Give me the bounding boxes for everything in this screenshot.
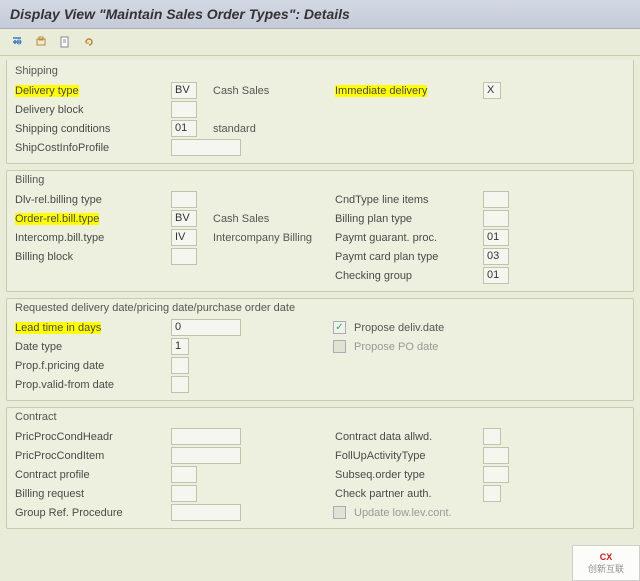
- label-intercomp-bill: Intercomp.bill.type: [13, 232, 171, 244]
- input-subseq[interactable]: [483, 466, 509, 483]
- label-billing-request: Billing request: [13, 488, 171, 500]
- input-shipcostinfoprofile[interactable]: [171, 139, 241, 156]
- input-delivery-block[interactable]: [171, 101, 197, 118]
- toggle-icon[interactable]: [8, 33, 26, 51]
- label-contract-profile: Contract profile: [13, 469, 171, 481]
- input-follup[interactable]: [483, 447, 509, 464]
- content-area: Shipping Delivery type BV Cash Sales Imm…: [0, 56, 640, 529]
- desc-shipping-conditions: standard: [197, 123, 256, 135]
- group-header-contract: Contract: [13, 408, 627, 427]
- document-icon[interactable]: [56, 33, 74, 51]
- desc-intercomp-bill: Intercompany Billing: [197, 232, 312, 244]
- label-check-partner: Check partner auth.: [333, 488, 483, 500]
- label-contract-data: Contract data allwd.: [333, 431, 483, 443]
- label-pricproc-item: PricProcCondItem: [13, 450, 171, 462]
- toolbar: [0, 29, 640, 56]
- input-contract-profile[interactable]: [171, 466, 197, 483]
- desc-delivery-type: Cash Sales: [197, 85, 269, 97]
- group-requested: Requested delivery date/pricing date/pur…: [6, 298, 634, 401]
- group-billing: Billing Dlv-rel.billing type CndType lin…: [6, 170, 634, 292]
- label-propose-po: Propose PO date: [346, 341, 438, 353]
- input-paymt-guarant[interactable]: 01: [483, 229, 509, 246]
- watermark: CX 创新互联: [572, 545, 640, 581]
- input-pricproc-item[interactable]: [171, 447, 241, 464]
- label-follup: FollUpActivityType: [333, 450, 483, 462]
- input-prop-pricing[interactable]: [171, 357, 189, 374]
- label-checking-group: Checking group: [333, 270, 483, 282]
- input-order-rel-bill[interactable]: BV: [171, 210, 197, 227]
- desc-order-rel-bill: Cash Sales: [197, 213, 269, 225]
- label-shipcostinfoprofile: ShipCostInfoProfile: [13, 142, 171, 154]
- input-billing-request[interactable]: [171, 485, 197, 502]
- label-subseq: Subseq.order type: [333, 469, 483, 481]
- input-intercomp-bill[interactable]: IV: [171, 229, 197, 246]
- input-delivery-type[interactable]: BV: [171, 82, 197, 99]
- label-immediate-delivery: Immediate delivery: [333, 85, 483, 97]
- group-shipping: Shipping Delivery type BV Cash Sales Imm…: [6, 60, 634, 164]
- input-date-type[interactable]: 1: [171, 338, 189, 355]
- input-check-partner[interactable]: [483, 485, 501, 502]
- input-paymt-card[interactable]: 03: [483, 248, 509, 265]
- input-cndtype[interactable]: [483, 191, 509, 208]
- checkbox-propose-po[interactable]: [333, 340, 346, 353]
- label-delivery-type: Delivery type: [13, 85, 171, 97]
- label-date-type: Date type: [13, 341, 171, 353]
- group-header-requested: Requested delivery date/pricing date/pur…: [13, 299, 627, 318]
- input-lead-time[interactable]: 0: [171, 319, 241, 336]
- group-contract: Contract PricProcCondHeadr Contract data…: [6, 407, 634, 529]
- label-delivery-block: Delivery block: [13, 104, 171, 116]
- label-pricproc-headr: PricProcCondHeadr: [13, 431, 171, 443]
- page-title: Display View "Maintain Sales Order Types…: [0, 0, 640, 29]
- label-propose-deliv: Propose deliv.date: [346, 322, 444, 334]
- input-billing-plan[interactable]: [483, 210, 509, 227]
- label-cndtype: CndType line items: [333, 194, 483, 206]
- input-checking-group[interactable]: 01: [483, 267, 509, 284]
- label-group-ref: Group Ref. Procedure: [13, 507, 171, 519]
- label-dlv-rel-billing: Dlv-rel.billing type: [13, 194, 171, 206]
- input-pricproc-headr[interactable]: [171, 428, 241, 445]
- input-group-ref[interactable]: [171, 504, 241, 521]
- checkbox-update-low[interactable]: [333, 506, 346, 519]
- group-header-billing: Billing: [13, 171, 627, 190]
- print-icon[interactable]: [32, 33, 50, 51]
- input-prop-valid[interactable]: [171, 376, 189, 393]
- checkbox-propose-deliv[interactable]: ✓: [333, 321, 346, 334]
- refresh-icon[interactable]: [80, 33, 98, 51]
- label-paymt-guarant: Paymt guarant. proc.: [333, 232, 483, 244]
- label-lead-time: Lead time in days: [13, 322, 171, 334]
- label-order-rel-bill: Order-rel.bill.type: [13, 213, 171, 225]
- label-prop-pricing: Prop.f.pricing date: [13, 360, 171, 372]
- label-paymt-card: Paymt card plan type: [333, 251, 483, 263]
- group-header-shipping: Shipping: [13, 62, 627, 81]
- label-shipping-conditions: Shipping conditions: [13, 123, 171, 135]
- label-billing-block: Billing block: [13, 251, 171, 263]
- input-billing-block[interactable]: [171, 248, 197, 265]
- input-immediate-delivery[interactable]: X: [483, 82, 501, 99]
- input-dlv-rel-billing[interactable]: [171, 191, 197, 208]
- label-update-low: Update low.lev.cont.: [346, 507, 452, 519]
- input-contract-data[interactable]: [483, 428, 501, 445]
- input-shipping-conditions[interactable]: 01: [171, 120, 197, 137]
- label-prop-valid: Prop.valid-from date: [13, 379, 171, 391]
- label-billing-plan: Billing plan type: [333, 213, 483, 225]
